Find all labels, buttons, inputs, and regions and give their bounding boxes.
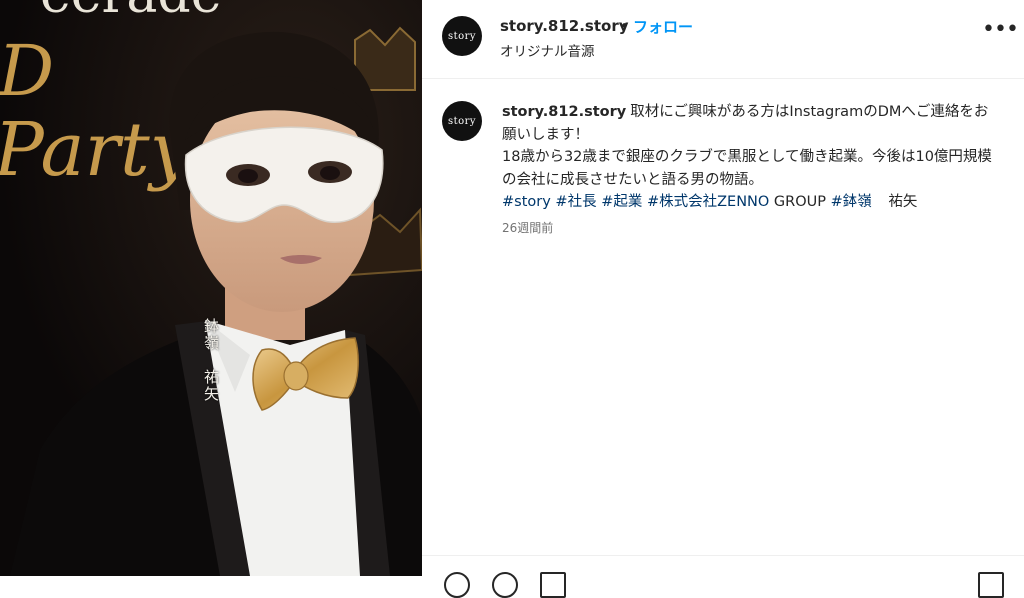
audio-link[interactable]: オリジナル音源 bbox=[500, 40, 595, 60]
svg-text:D: D bbox=[0, 30, 54, 112]
username-link[interactable]: story.812.story bbox=[500, 17, 629, 35]
caption-avatar[interactable]: story bbox=[442, 101, 482, 141]
hashtag-story[interactable]: #story bbox=[502, 194, 551, 210]
more-options-icon[interactable]: ••• bbox=[982, 19, 1019, 48]
hashtag-kigyo[interactable]: #起業 bbox=[601, 194, 642, 210]
hashtag-zenno[interactable]: #株式会社ZENNO bbox=[647, 194, 769, 210]
photo: eerade Party D bbox=[0, 0, 422, 576]
caption-group-text: GROUP bbox=[773, 194, 827, 210]
caption-trailing-name: 祐矢 bbox=[888, 194, 918, 210]
avatar[interactable]: story bbox=[442, 16, 482, 56]
bg-title-text: eerade bbox=[40, 0, 221, 25]
bg-script-text: Party bbox=[0, 107, 193, 193]
hashtag-shacho[interactable]: #社長 bbox=[555, 194, 596, 210]
hashtag-hachimine[interactable]: #鉢嶺 bbox=[831, 194, 872, 210]
post-header: story story.812.story • フォロー オリジナル音源 ••• bbox=[422, 0, 1024, 79]
action-bar bbox=[422, 555, 1024, 598]
post-media[interactable]: eerade Party D 鉢嶺 祐矢 bbox=[0, 0, 422, 576]
post-panel: story story.812.story • フォロー オリジナル音源 •••… bbox=[422, 0, 1024, 598]
post-timestamp[interactable]: 26週間前 bbox=[502, 219, 553, 236]
separator-dot: • bbox=[620, 17, 629, 35]
caption-text: story.812.story 取材にご興味がある方はInstagramのDMへご… bbox=[502, 101, 1002, 214]
name-caption-vertical: 鉢嶺 祐矢 bbox=[202, 318, 220, 403]
follow-button[interactable]: フォロー bbox=[633, 16, 693, 37]
caption-username[interactable]: story.812.story bbox=[502, 104, 626, 120]
caption-line-2: 18歳から32歳まで銀座のクラブで黒服として働き起業。今後は10億円規模の会社に… bbox=[502, 149, 992, 188]
